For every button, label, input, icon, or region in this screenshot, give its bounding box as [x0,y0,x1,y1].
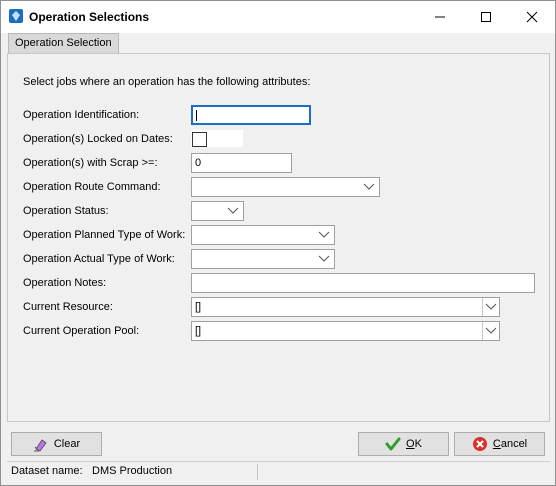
chevron-down-icon [318,255,330,262]
clear-label: Clear [53,438,81,450]
maximize-button[interactable] [463,1,509,33]
status-divider [257,464,258,480]
chevron-down-icon [485,327,497,334]
status-label: Operation Status: [23,205,109,217]
planned-type-label: Operation Planned Type of Work: [23,229,186,241]
window-title: Operation Selections [29,10,150,24]
operation-identification-label: Operation Identification: [23,109,140,121]
close-icon [526,11,538,23]
eraser-icon [33,439,47,452]
locked-on-dates-label: Operation(s) Locked on Dates: [23,133,173,145]
current-pool-dropdown[interactable]: [] [191,321,500,341]
chevron-down-icon [485,303,497,310]
close-button[interactable] [509,1,555,33]
ok-label-rest: K [414,438,422,450]
ok-button[interactable]: OK [358,432,449,456]
actual-type-dropdown[interactable] [191,249,335,269]
planned-type-dropdown[interactable] [191,225,335,245]
checkmark-icon [385,437,401,451]
text-caret [196,110,197,121]
with-scrap-input[interactable]: 0 [191,153,292,173]
tab-operation-selection[interactable]: Operation Selection [8,33,119,53]
status-bar: Dataset name: DMS Production [7,461,550,482]
route-command-dropdown[interactable] [191,177,380,197]
minimize-icon [435,16,445,18]
operation-selection-panel: Select jobs where an operation has the f… [7,53,550,422]
ok-label-mnemonic: O [406,438,415,450]
current-resource-dropdown-button[interactable] [482,298,499,316]
actual-type-label: Operation Actual Type of Work: [23,253,175,265]
cancel-label: Cancel [493,438,527,450]
cancel-label-mnemonic: C [492,438,501,450]
title-bar: Operation Selections [1,1,555,33]
cancel-icon [472,437,487,451]
current-resource-dropdown[interactable]: [] [191,297,500,317]
chevron-down-icon [363,183,375,190]
tab-strip: Operation Selection [6,33,551,53]
maximize-icon [481,12,491,22]
current-resource-value: [] [195,301,202,313]
app-icon [9,9,23,23]
intro-text: Select jobs where an operation has the f… [23,76,311,88]
current-pool-dropdown-button[interactable] [482,322,499,340]
operation-identification-input[interactable] [191,105,311,125]
operation-selections-window: Operation Selections Operation Selection… [0,0,556,486]
notes-input[interactable] [191,273,535,293]
clear-button[interactable]: Clear [11,432,102,456]
dataset-name-label: Dataset name: [11,465,83,477]
current-resource-label: Current Resource: [23,301,113,313]
ok-label: OK [406,438,422,450]
cancel-button[interactable]: Cancel [454,432,545,456]
locked-on-dates-checkbox[interactable] [192,132,207,147]
current-pool-value: [] [195,325,202,337]
chevron-down-icon [318,231,330,238]
notes-label: Operation Notes: [23,277,107,289]
dataset-name-value: DMS Production [92,465,173,477]
minimize-button[interactable] [417,1,463,33]
cancel-label-rest: ancel [500,438,528,450]
route-command-label: Operation Route Command: [23,181,161,193]
with-scrap-label: Operation(s) with Scrap >=: [23,157,158,169]
chevron-down-icon [227,207,239,214]
status-dropdown[interactable] [191,201,244,221]
current-pool-label: Current Operation Pool: [23,325,140,337]
